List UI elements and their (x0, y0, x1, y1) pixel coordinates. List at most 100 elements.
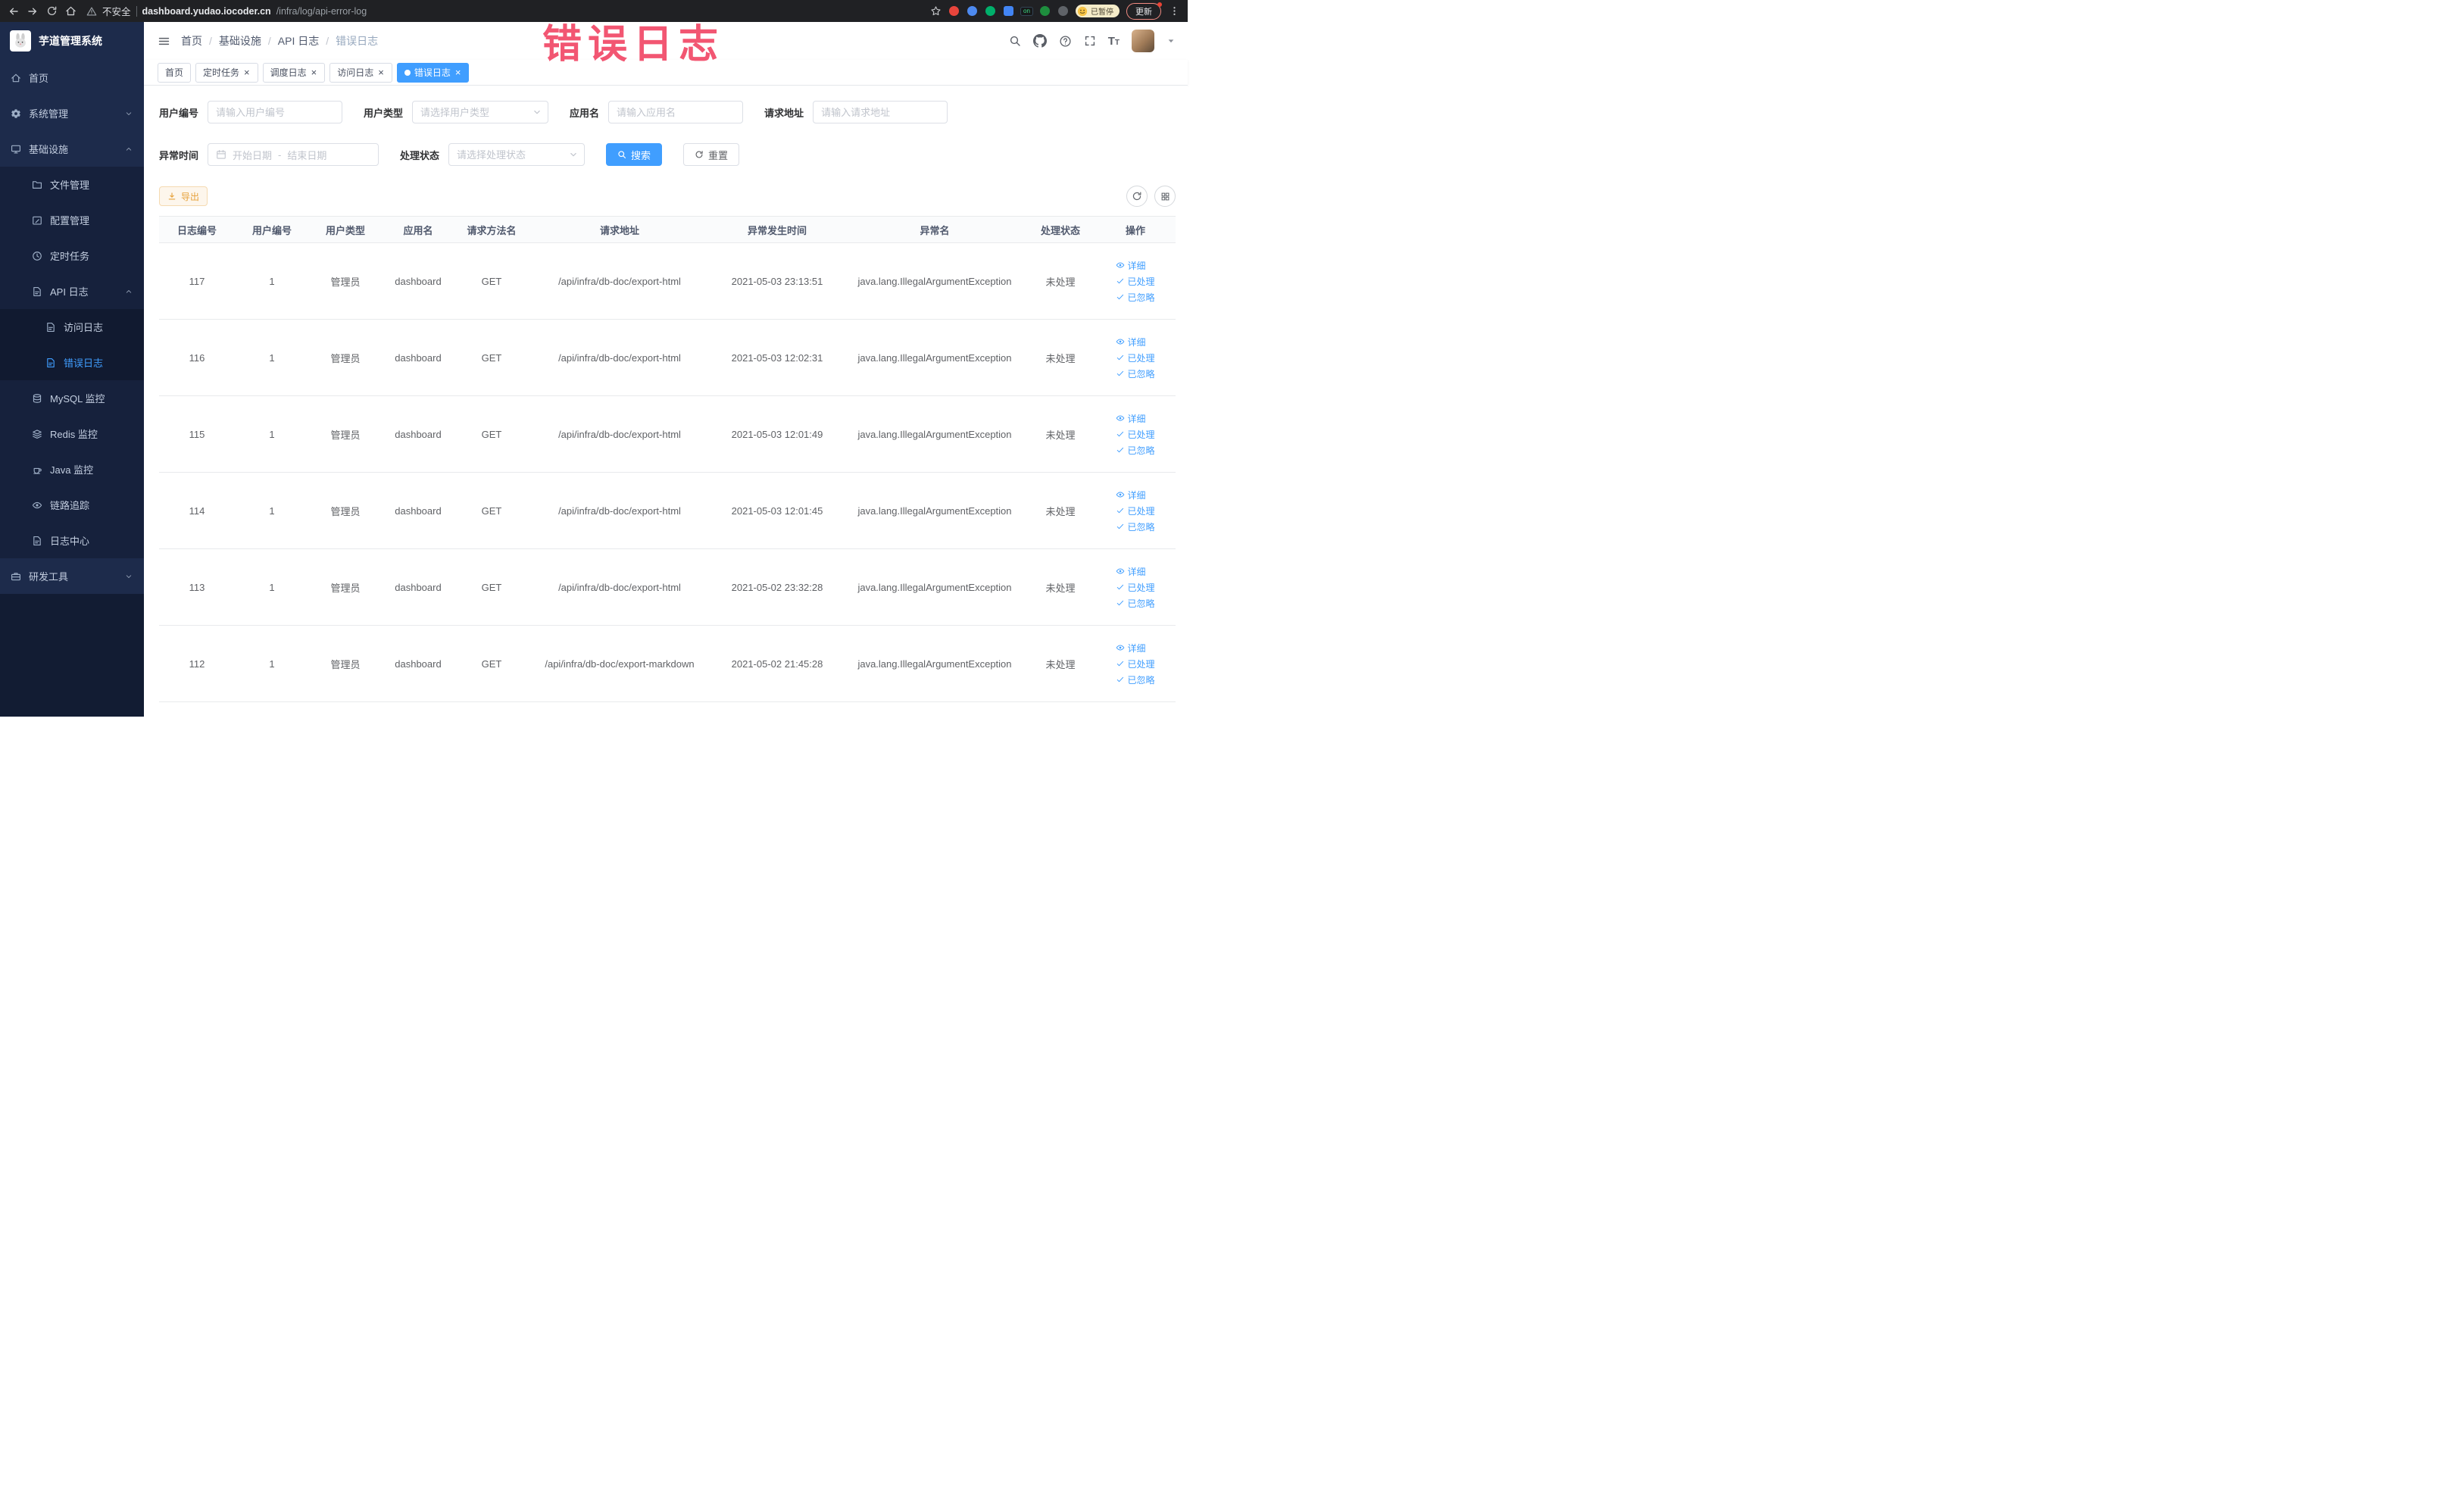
action-ignored-link[interactable]: 已忽略 (1116, 444, 1155, 457)
smiley-icon (1077, 6, 1088, 16)
extension-icon-green-v[interactable] (985, 5, 996, 17)
close-icon[interactable]: × (243, 67, 251, 77)
breadcrumb-item[interactable]: API 日志 (278, 33, 319, 48)
user-avatar[interactable] (1132, 30, 1154, 52)
action-processed-link[interactable]: 已处理 (1116, 658, 1155, 670)
sidebar-item-scheduled-tasks[interactable]: 定时任务 (0, 238, 144, 273)
breadcrumb-separator: / (267, 35, 271, 47)
hamburger-icon[interactable] (158, 35, 170, 48)
breadcrumb-item[interactable]: 基础设施 (219, 33, 261, 48)
user-type-select-input[interactable] (412, 101, 549, 123)
cell-actions: 详细 已处理 已忽略 (1095, 625, 1176, 702)
security-label[interactable]: 不安全 (102, 4, 131, 18)
chevron-down-icon[interactable] (1166, 36, 1176, 45)
refresh-button[interactable] (1126, 186, 1148, 207)
fullscreen-icon[interactable] (1084, 35, 1096, 47)
logo[interactable]: 芋道管理系统 (0, 22, 144, 60)
action-processed-link[interactable]: 已处理 (1116, 581, 1155, 594)
extension-icon-on-badge[interactable]: on (1020, 5, 1033, 17)
github-icon[interactable] (1032, 34, 1047, 48)
action-detail-link[interactable]: 详细 (1116, 259, 1146, 272)
process-status-select[interactable] (448, 143, 586, 166)
action-ignored-link[interactable]: 已忽略 (1116, 597, 1155, 610)
sidebar-item-access-logs[interactable]: 访问日志 (0, 309, 144, 345)
extension-icon-paw[interactable] (1057, 5, 1069, 17)
chevron-up-icon (124, 145, 133, 154)
sidebar-item-api-logs[interactable]: API 日志 (0, 273, 144, 309)
browser-actions: on 已暂停 更新 (929, 2, 1180, 20)
action-processed-link[interactable]: 已处理 (1116, 428, 1155, 441)
tab-home[interactable]: 首页 (158, 62, 192, 83)
sidebar-item-infrastructure[interactable]: 基础设施 (0, 131, 144, 167)
sidebar-item-config-management[interactable]: 配置管理 (0, 202, 144, 238)
extension-icon-red[interactable] (948, 5, 960, 17)
action-detail-link[interactable]: 详细 (1116, 642, 1146, 654)
user-type-select[interactable] (412, 101, 549, 123)
action-ignored-link[interactable]: 已忽略 (1116, 367, 1155, 380)
cell-user-id: 1 (235, 319, 309, 396)
process-status-select-input[interactable] (448, 143, 586, 166)
tab-api-access-log[interactable]: 访问日志 × (329, 62, 392, 83)
sidebar-item-home[interactable]: 首页 (0, 60, 144, 95)
search-icon[interactable] (1009, 35, 1021, 47)
address-bar[interactable]: 不安全 dashboard.yudao.iocoder.cn/infra/log… (83, 4, 923, 18)
sidebar-item-label: 首页 (29, 73, 49, 84)
close-icon[interactable]: × (454, 67, 462, 77)
column-settings-button[interactable] (1154, 186, 1176, 207)
export-button[interactable]: 导出 (159, 186, 208, 206)
close-icon[interactable]: × (377, 67, 385, 77)
action-ignored-link[interactable]: 已忽略 (1116, 673, 1155, 686)
action-detail-link[interactable]: 详细 (1116, 489, 1146, 501)
action-detail-link[interactable]: 详细 (1116, 412, 1146, 425)
breadcrumb-item[interactable]: 首页 (181, 33, 202, 48)
back-icon[interactable] (8, 5, 20, 17)
url-path[interactable]: /infra/log/api-error-log (276, 6, 367, 17)
folder-icon (32, 180, 42, 190)
action-detail-link[interactable]: 详细 (1116, 336, 1146, 348)
action-ignored-link[interactable]: 已忽略 (1116, 291, 1155, 304)
browser-home-icon[interactable] (64, 5, 77, 17)
cell-request-method: GET (454, 395, 529, 473)
user-id-input[interactable] (208, 101, 343, 123)
sidebar-item-error-logs[interactable]: 错误日志 (0, 345, 144, 380)
sidebar-item-file-management[interactable]: 文件管理 (0, 167, 144, 202)
action-ignored-link[interactable]: 已忽略 (1116, 520, 1155, 533)
cell-user-id: 1 (235, 242, 309, 320)
sidebar-item-mysql-monitor[interactable]: MySQL 监控 (0, 380, 144, 416)
end-date-placeholder[interactable]: 结束日期 (287, 148, 326, 162)
sidebar-item-log-center[interactable]: 日志中心 (0, 523, 144, 558)
sidebar-item-dev-tools[interactable]: 研发工具 (0, 558, 144, 594)
action-processed-link[interactable]: 已处理 (1116, 275, 1155, 288)
app-name-input[interactable] (608, 101, 744, 123)
url-domain[interactable]: dashboard.yudao.iocoder.cn (142, 6, 271, 17)
font-size-icon[interactable]: TT (1108, 35, 1120, 48)
tab-job-log[interactable]: 调度日志 × (262, 62, 326, 83)
tab-api-error-log[interactable]: 错误日志 × (396, 62, 470, 83)
reload-icon[interactable] (45, 5, 58, 17)
action-detail-link[interactable]: 详细 (1116, 565, 1146, 578)
action-processed-link[interactable]: 已处理 (1116, 505, 1155, 517)
close-icon[interactable]: × (311, 67, 318, 77)
forward-icon[interactable] (27, 5, 39, 17)
sidebar-item-system-management[interactable]: 系统管理 (0, 95, 144, 131)
action-processed-link[interactable]: 已处理 (1116, 351, 1155, 364)
search-button[interactable]: 搜索 (606, 143, 663, 166)
request-url-input[interactable] (813, 101, 948, 123)
extension-icon-blue-drop[interactable] (967, 5, 978, 17)
paused-extension-badge[interactable]: 已暂停 (1076, 5, 1120, 17)
row-actions: 详细 已处理 已忽略 (1116, 565, 1155, 610)
sidebar-item-label: 系统管理 (29, 108, 69, 120)
tab-job[interactable]: 定时任务 × (195, 62, 258, 83)
extension-icon-leaf[interactable] (1039, 5, 1051, 17)
reset-button[interactable]: 重置 (683, 143, 740, 166)
update-button[interactable]: 更新 (1126, 2, 1162, 20)
sidebar-item-redis-monitor[interactable]: Redis 监控 (0, 416, 144, 451)
sidebar-item-trace[interactable]: 链路追踪 (0, 487, 144, 523)
help-icon[interactable] (1059, 35, 1072, 48)
start-date-placeholder[interactable]: 开始日期 (233, 148, 272, 162)
bookmark-star-icon[interactable] (929, 5, 942, 17)
extension-icon-grid[interactable] (1003, 5, 1014, 17)
sidebar-item-java-monitor[interactable]: Java 监控 (0, 451, 144, 487)
browser-menu-kebab-icon[interactable] (1168, 5, 1180, 17)
exception-time-range[interactable]: 开始日期 - 结束日期 (208, 143, 379, 166)
